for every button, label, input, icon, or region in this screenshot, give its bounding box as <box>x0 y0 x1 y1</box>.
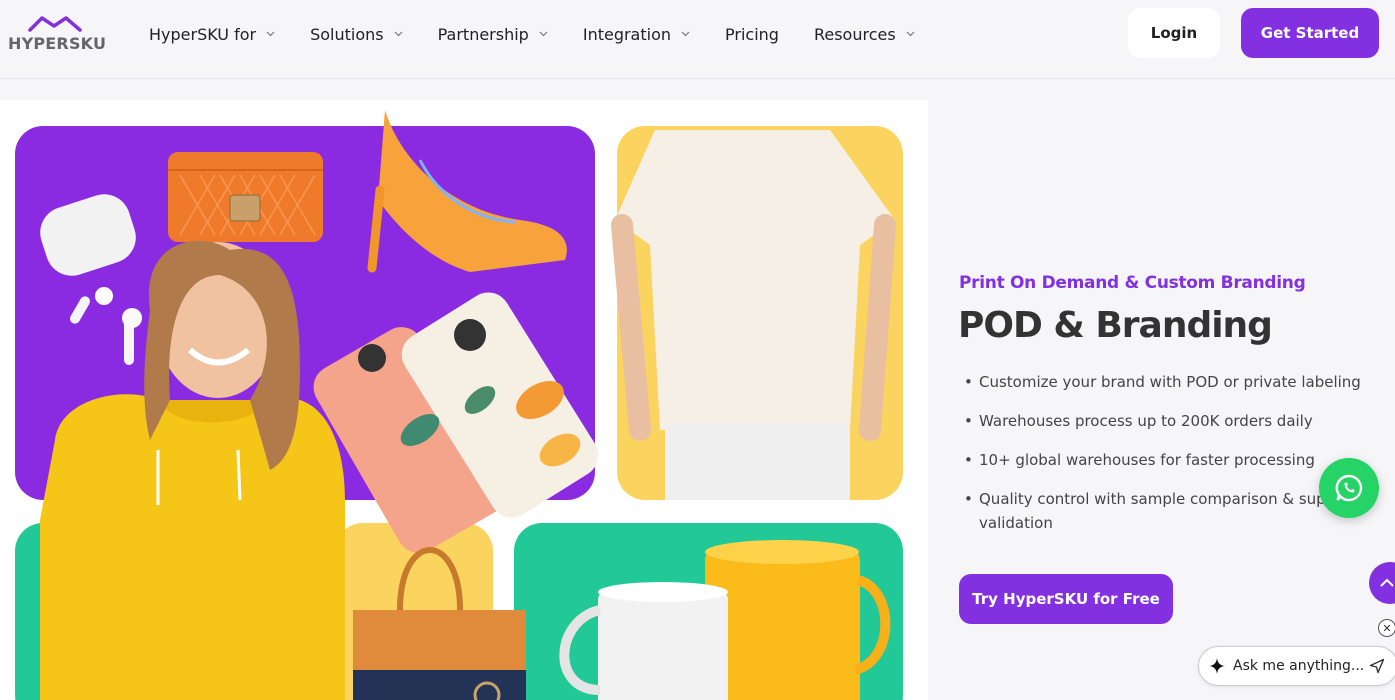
chevron-down-icon <box>266 31 275 37</box>
whatsapp-icon <box>1335 474 1363 502</box>
hero-title: POD & Branding <box>958 305 1273 346</box>
chevron-down-icon <box>394 31 403 37</box>
product-collage <box>15 110 903 700</box>
chevron-down-icon <box>539 31 548 37</box>
nav-label: Resources <box>813 24 896 44</box>
nav-label: Solutions <box>310 24 384 44</box>
hero-eyebrow: Print On Demand & Custom Branding <box>959 273 1306 293</box>
nav-item-partnership[interactable]: Partnership <box>438 25 548 44</box>
nav-label: Partnership <box>437 24 529 44</box>
feature-item: 10+ global warehouses for faster process… <box>964 448 1364 472</box>
hero-image <box>0 100 928 700</box>
nav-item-pricing[interactable]: Pricing <box>725 25 779 44</box>
site-header: HYPERSKU HyperSKU for Solutions Partners… <box>0 0 1395 79</box>
nav-label: Pricing <box>725 24 779 44</box>
chat-ask-input[interactable]: Ask me anything... <box>1198 646 1395 686</box>
close-chat-button[interactable]: ✕ <box>1378 619 1395 637</box>
send-icon[interactable] <box>1369 658 1385 674</box>
feature-item: Warehouses process up to 200K orders dai… <box>964 409 1364 433</box>
clutch-bag-icon <box>168 152 323 242</box>
sparkle-icon <box>1209 658 1225 674</box>
get-started-button[interactable]: Get Started <box>1241 8 1379 58</box>
feature-item: Quality control with sample comparison &… <box>964 487 1364 535</box>
chevron-up-icon <box>1380 578 1394 587</box>
scroll-to-top-button[interactable] <box>1369 562 1395 604</box>
logo[interactable]: HYPERSKU <box>8 14 107 54</box>
feature-item: Customize your brand with POD or private… <box>964 370 1364 394</box>
nav-item-integration[interactable]: Integration <box>583 25 690 44</box>
main-nav: HyperSKU for Solutions Partnership Integ… <box>149 22 950 46</box>
nav-item-hypersku-for[interactable]: HyperSKU for <box>149 25 275 44</box>
logo-roof-icon <box>28 16 82 32</box>
chevron-down-icon <box>906 31 915 37</box>
nav-item-solutions[interactable]: Solutions <box>310 25 403 44</box>
feature-list: Customize your brand with POD or private… <box>964 370 1364 550</box>
login-button[interactable]: Login <box>1128 8 1220 58</box>
nav-item-resources[interactable]: Resources <box>814 25 915 44</box>
nav-label: Integration <box>582 24 672 44</box>
try-free-button[interactable]: Try HyperSKU for Free <box>959 574 1173 624</box>
nav-label: HyperSKU for <box>149 24 257 44</box>
whatsapp-button[interactable] <box>1319 458 1379 518</box>
chat-placeholder: Ask me anything... <box>1233 658 1365 674</box>
logo-text: HYPERSKU <box>8 34 107 53</box>
chevron-down-icon <box>681 31 690 37</box>
